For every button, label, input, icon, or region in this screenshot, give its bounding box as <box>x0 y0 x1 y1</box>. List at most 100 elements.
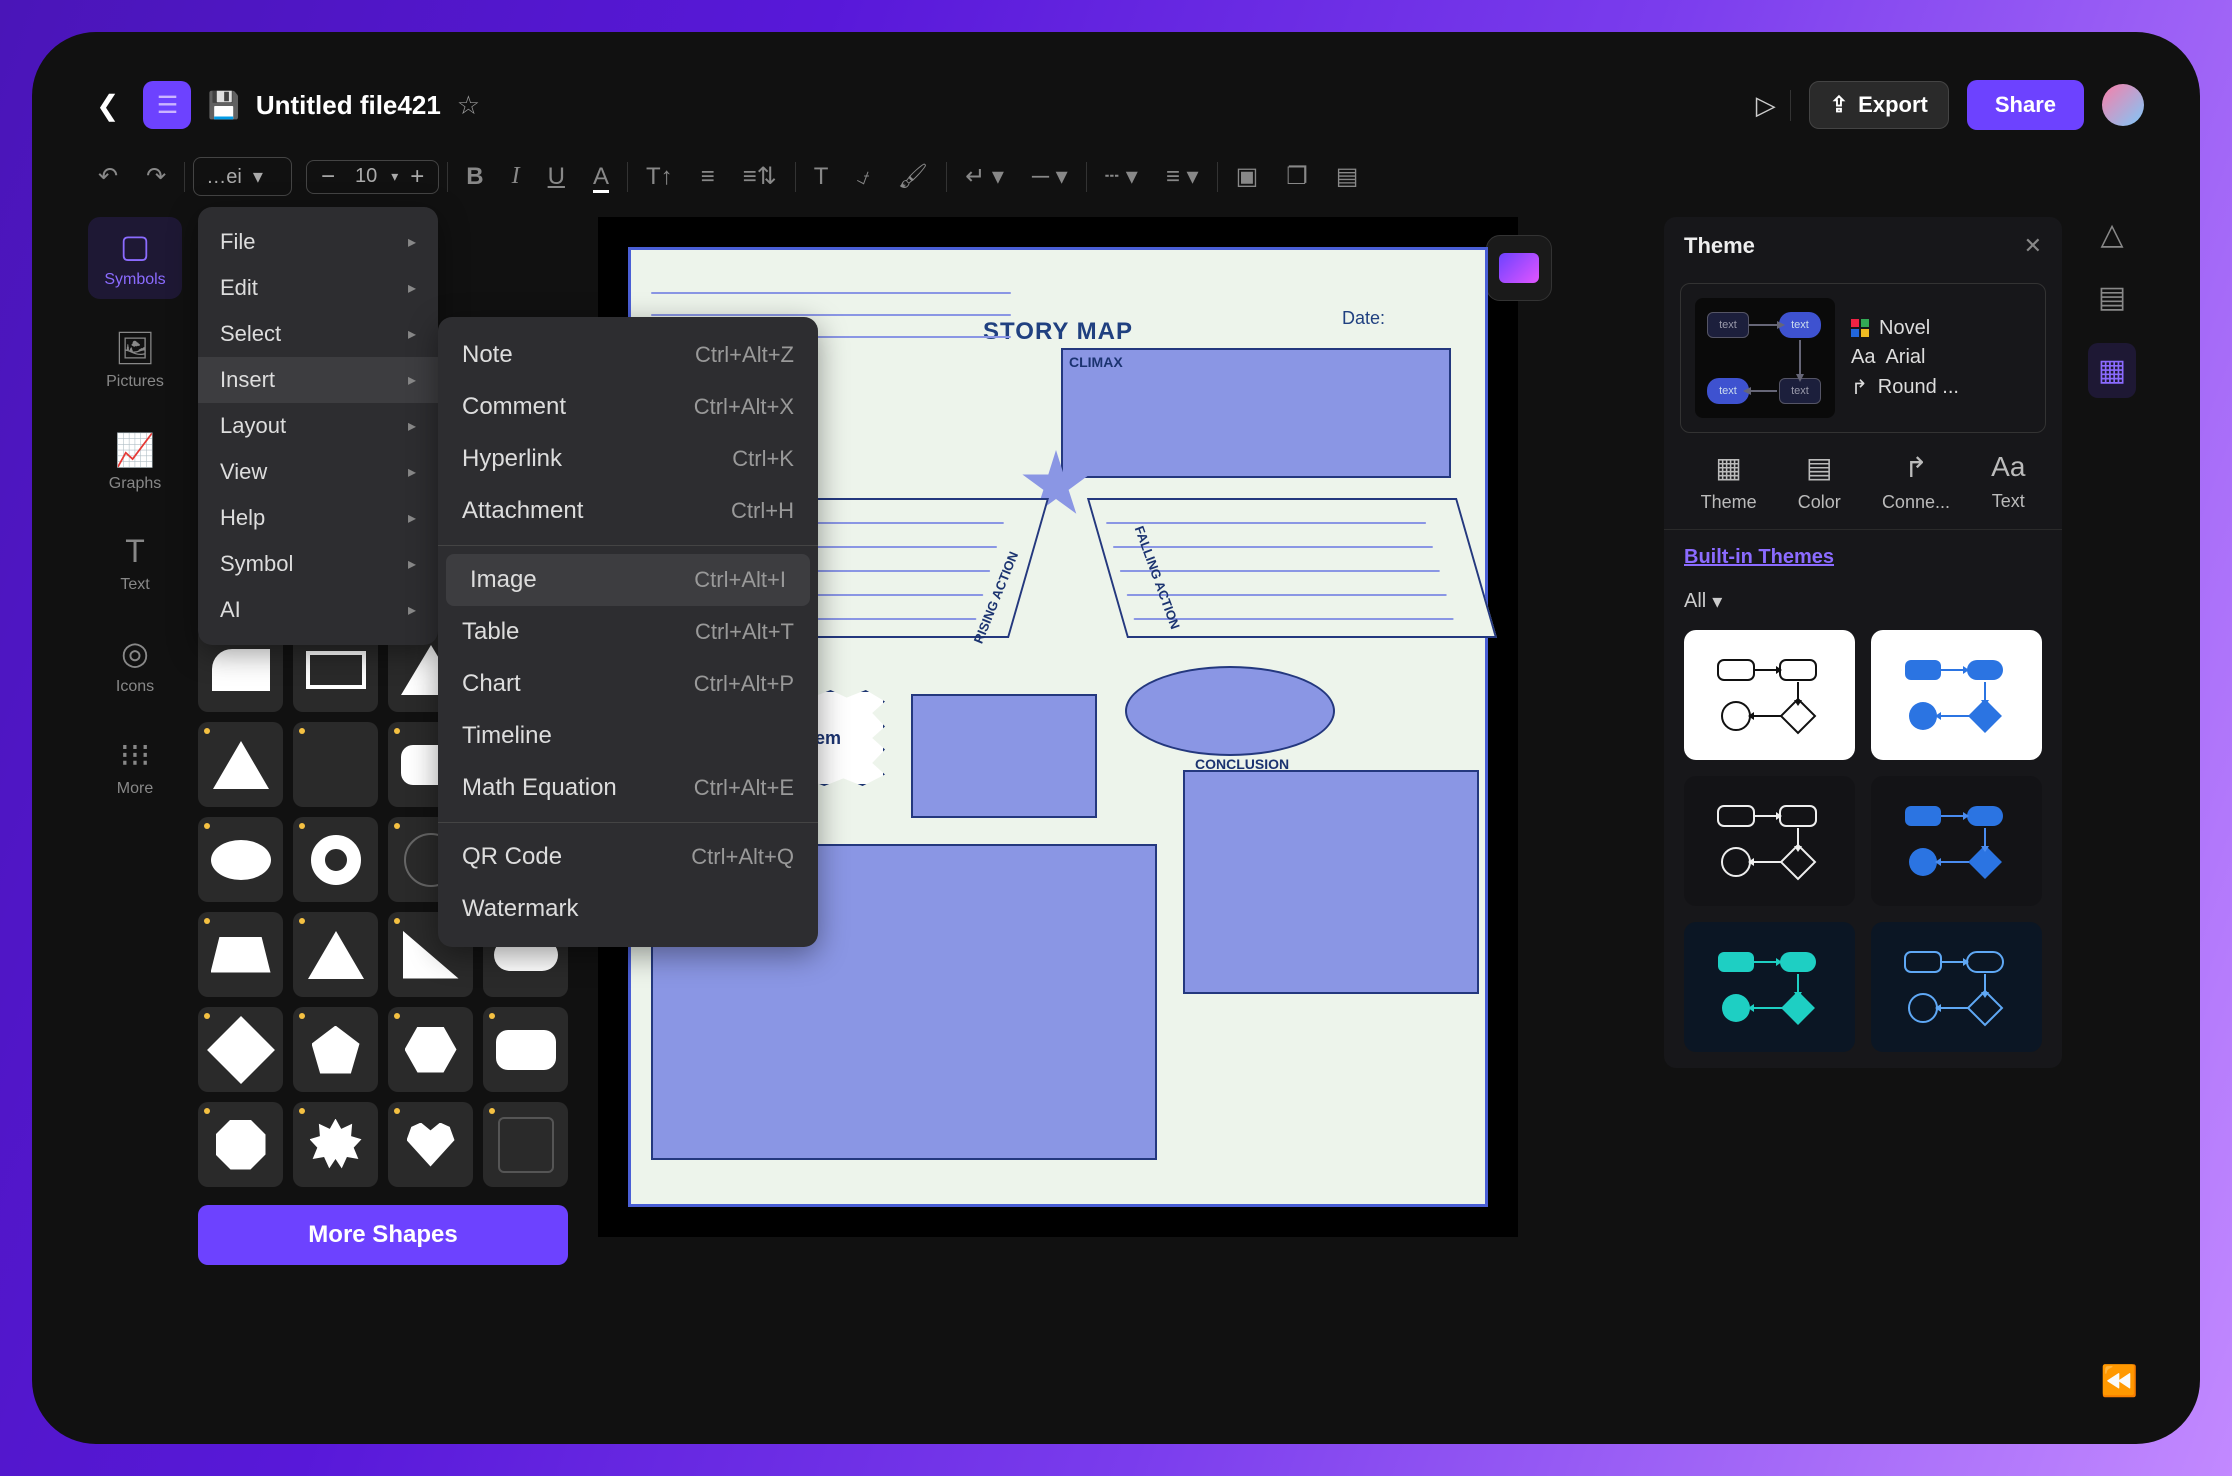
main-menu-button[interactable]: ☰ <box>143 81 191 129</box>
font-color-icon[interactable]: A <box>583 157 619 197</box>
line-weight-icon[interactable]: ≡ ▾ <box>1156 156 1209 197</box>
menu-symbol[interactable]: Symbol▸ <box>198 541 438 587</box>
ai-corner-button[interactable] <box>1486 235 1552 301</box>
insert-image[interactable]: ImageCtrl+Alt+I <box>446 554 810 606</box>
insert-hyperlink[interactable]: HyperlinkCtrl+K <box>438 433 818 485</box>
canvas-ellipse-shape[interactable] <box>1125 666 1335 756</box>
theme-name-prop: Novel <box>1851 317 1959 340</box>
shape-rrect-4[interactable] <box>483 1007 568 1092</box>
menu-edit[interactable]: Edit▸ <box>198 265 438 311</box>
clear-format-icon[interactable]: ⍻ <box>846 157 879 197</box>
shape-donut[interactable] <box>293 817 378 902</box>
canvas-conclusion-box[interactable] <box>1183 770 1479 994</box>
insert-chart[interactable]: ChartCtrl+Alt+P <box>438 658 818 710</box>
insert-qr-code[interactable]: QR CodeCtrl+Alt+Q <box>438 831 818 883</box>
menu-ai[interactable]: AI▸ <box>198 587 438 633</box>
theme-panel: Theme ✕ texttexttexttext Novel AaArial ↱… <box>1664 217 2062 1068</box>
shape-oct-stop[interactable] <box>293 722 378 807</box>
theme-option-6[interactable] <box>1871 922 2042 1052</box>
redo-icon[interactable]: ↷ <box>136 156 176 197</box>
sidebar-item-pictures[interactable]: 🖼Pictures <box>88 319 182 401</box>
theme-tab-color[interactable]: ▤Color <box>1798 451 1841 513</box>
shape-ellipse[interactable] <box>198 817 283 902</box>
avatar[interactable] <box>2102 84 2144 126</box>
menu-help[interactable]: Help▸ <box>198 495 438 541</box>
font-family-select[interactable]: …ei ▾ <box>193 157 292 196</box>
duplicate-icon[interactable]: ❐ <box>1276 156 1318 197</box>
sidebar-item-icons[interactable]: ◎Icons <box>88 624 182 706</box>
theme-option-2[interactable] <box>1871 630 2042 760</box>
decrease-font-button[interactable]: − <box>315 163 341 191</box>
sidebar-item-symbols[interactable]: ▢Symbols <box>88 217 182 299</box>
shape-hexagon[interactable] <box>388 1007 473 1092</box>
menu-select[interactable]: Select▸ <box>198 311 438 357</box>
insert-table[interactable]: TableCtrl+Alt+T <box>438 606 818 658</box>
theme-option-4[interactable] <box>1871 776 2042 906</box>
theme-tab-text[interactable]: AaText <box>1991 451 2025 513</box>
dash-icon[interactable]: ┄ ▾ <box>1095 156 1148 197</box>
italic-icon[interactable]: I <box>502 157 530 196</box>
builtin-themes-link[interactable]: Built-in Themes <box>1684 546 1834 568</box>
line-style-icon[interactable]: ─ ▾ <box>1022 156 1078 197</box>
insert-note[interactable]: NoteCtrl+Alt+Z <box>438 329 818 381</box>
canvas-title: STORY MAP <box>983 318 1133 346</box>
favorite-button[interactable]: ☆ <box>457 90 480 121</box>
brush-icon[interactable]: 🖌 <box>888 156 938 197</box>
bold-icon[interactable]: B <box>456 157 493 197</box>
close-theme-button[interactable]: ✕ <box>2024 233 2042 259</box>
export-button[interactable]: ⇪Export <box>1809 81 1949 129</box>
theme-preview[interactable]: texttexttexttext Novel AaArial ↱Round ..… <box>1680 283 2046 433</box>
shape-empty[interactable] <box>483 1102 568 1187</box>
shape-triangle-3[interactable] <box>293 912 378 997</box>
theme-option-5[interactable] <box>1684 922 1855 1052</box>
shape-pentagon[interactable] <box>293 1007 378 1092</box>
fill-icon[interactable]: △ <box>2100 217 2123 252</box>
shape-heart[interactable] <box>388 1102 473 1187</box>
theme-tab-theme[interactable]: ▦Theme <box>1701 451 1757 513</box>
increase-font-button[interactable]: + <box>404 163 430 191</box>
sidebar-item-text[interactable]: TText <box>88 523 182 604</box>
grid-icon: ▦ <box>1715 451 1741 484</box>
menu-file[interactable]: File▸ <box>198 219 438 265</box>
shape-burst[interactable] <box>293 1102 378 1187</box>
file-icon: 💾 <box>207 90 239 121</box>
theme-option-1[interactable] <box>1684 630 1855 760</box>
theme-tab-connector[interactable]: ↱Conne... <box>1882 451 1950 513</box>
shape-triangle-2[interactable] <box>198 722 283 807</box>
more-icon: ⁝⁝⁝ <box>120 736 151 774</box>
line-height-icon[interactable]: ≡⇅ <box>733 156 787 197</box>
insert-math-equation[interactable]: Math EquationCtrl+Alt+E <box>438 762 818 814</box>
play-button[interactable]: ▷ <box>1742 90 1791 121</box>
theme-rail-icon[interactable]: ▦ <box>2088 343 2136 398</box>
align-icon[interactable]: ≡ <box>691 157 725 197</box>
font-size-stepper[interactable]: − 10 ▾ + <box>306 160 439 194</box>
group-icon[interactable]: ▣ <box>1226 156 1269 197</box>
theme-filter[interactable]: All▾ <box>1684 589 2042 614</box>
text-tool-icon[interactable]: T <box>804 157 839 197</box>
insert-comment[interactable]: CommentCtrl+Alt+X <box>438 381 818 433</box>
shape-trapezoid[interactable] <box>198 912 283 997</box>
sidebar-item-graphs[interactable]: 📈Graphs <box>88 421 182 503</box>
menu-layout[interactable]: Layout▸ <box>198 403 438 449</box>
undo-icon[interactable]: ↶ <box>88 156 128 197</box>
case-icon[interactable]: T↑ <box>636 157 683 197</box>
insert-attachment[interactable]: AttachmentCtrl+H <box>438 485 818 537</box>
canvas-rect-1[interactable] <box>911 694 1097 818</box>
more-shapes-button[interactable]: More Shapes <box>198 1205 568 1265</box>
menu-insert[interactable]: Insert▸ <box>198 357 438 403</box>
sidebar-item-more[interactable]: ⁝⁝⁝More <box>88 726 182 808</box>
layout-rail-icon[interactable]: ▤ <box>2098 280 2126 315</box>
menu-view[interactable]: View▸ <box>198 449 438 495</box>
shape-diamond[interactable] <box>198 1007 283 1092</box>
right-rail: △ ▤ ▦ <box>2080 217 2144 398</box>
share-button[interactable]: Share <box>1967 80 2084 130</box>
back-button[interactable]: ❮ <box>88 89 127 122</box>
underline-icon[interactable]: U <box>538 157 575 197</box>
theme-option-3[interactable] <box>1684 776 1855 906</box>
speed-dial-icon[interactable]: ⏪ <box>2101 1364 2138 1399</box>
arrange-icon[interactable]: ▤ <box>1326 156 1369 197</box>
connector-icon[interactable]: ↵ ▾ <box>955 156 1014 197</box>
shape-octagon[interactable] <box>198 1102 283 1187</box>
insert-timeline[interactable]: Timeline <box>438 710 818 762</box>
insert-watermark[interactable]: Watermark <box>438 883 818 935</box>
